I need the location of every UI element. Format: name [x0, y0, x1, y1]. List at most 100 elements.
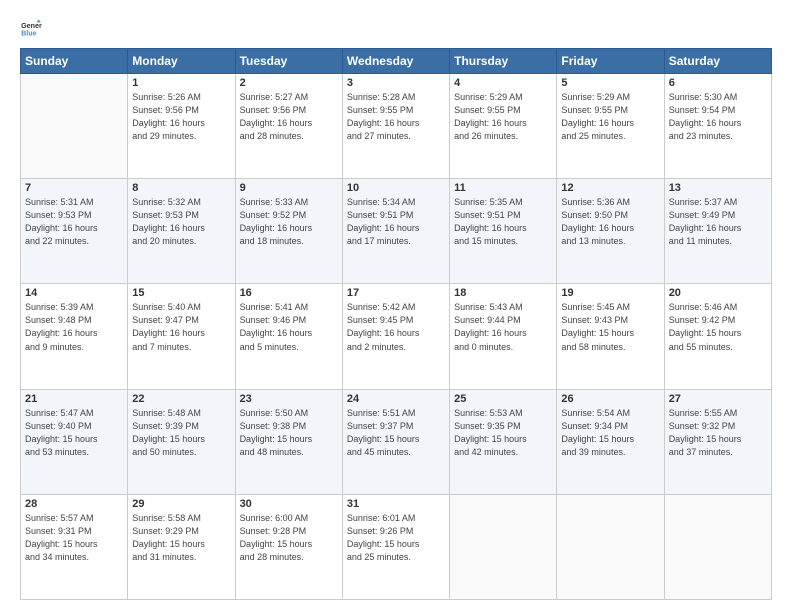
day-info: Sunrise: 5:30 AM Sunset: 9:54 PM Dayligh…	[669, 91, 767, 143]
calendar-day-cell: 6 Sunrise: 5:30 AM Sunset: 9:54 PM Daylig…	[664, 74, 771, 179]
day-info: Sunrise: 5:34 AM Sunset: 9:51 PM Dayligh…	[347, 196, 445, 248]
day-info: Sunrise: 5:42 AM Sunset: 9:45 PM Dayligh…	[347, 301, 445, 353]
calendar-week-row: 28 Sunrise: 5:57 AM Sunset: 9:31 PM Dayli…	[21, 494, 772, 599]
calendar-day-cell: 24 Sunrise: 5:51 AM Sunset: 9:37 PM Dayli…	[342, 389, 449, 494]
calendar-day-cell: 1Sunrise: 5:26 AM Sunset: 9:56 PM Daylig…	[128, 74, 235, 179]
day-number: 27	[669, 393, 767, 405]
day-number: 3	[347, 77, 445, 89]
calendar-day-cell: 7 Sunrise: 5:31 AM Sunset: 9:53 PM Daylig…	[21, 179, 128, 284]
day-number: 12	[561, 182, 659, 194]
day-number: 6	[669, 77, 767, 89]
day-number: 9	[240, 182, 338, 194]
day-number: 17	[347, 287, 445, 299]
day-number: 14	[25, 287, 123, 299]
calendar-header-row: SundayMondayTuesdayWednesdayThursdayFrid…	[21, 49, 772, 74]
calendar-day-cell: 16 Sunrise: 5:41 AM Sunset: 9:46 PM Dayli…	[235, 284, 342, 389]
calendar-page: General Blue SundayMondayTuesdayWednesda…	[0, 0, 792, 612]
calendar-day-cell: 2Sunrise: 5:27 AM Sunset: 9:56 PM Daylig…	[235, 74, 342, 179]
day-info: Sunrise: 5:29 AM Sunset: 9:55 PM Dayligh…	[454, 91, 552, 143]
calendar-day-cell: 26 Sunrise: 5:54 AM Sunset: 9:34 PM Dayli…	[557, 389, 664, 494]
calendar-table: SundayMondayTuesdayWednesdayThursdayFrid…	[20, 48, 772, 600]
day-number: 30	[240, 498, 338, 510]
day-number: 24	[347, 393, 445, 405]
day-info: Sunrise: 5:51 AM Sunset: 9:37 PM Dayligh…	[347, 407, 445, 459]
day-info: Sunrise: 5:37 AM Sunset: 9:49 PM Dayligh…	[669, 196, 767, 248]
day-info: Sunrise: 5:32 AM Sunset: 9:53 PM Dayligh…	[132, 196, 230, 248]
day-number: 4	[454, 77, 552, 89]
day-info: Sunrise: 5:36 AM Sunset: 9:50 PM Dayligh…	[561, 196, 659, 248]
calendar-day-cell: 27 Sunrise: 5:55 AM Sunset: 9:32 PM Dayli…	[664, 389, 771, 494]
day-number: 11	[454, 182, 552, 194]
calendar-week-row: 14 Sunrise: 5:39 AM Sunset: 9:48 PM Dayli…	[21, 284, 772, 389]
calendar-day-cell: 4 Sunrise: 5:29 AM Sunset: 9:55 PM Daylig…	[450, 74, 557, 179]
day-number: 15	[132, 287, 230, 299]
calendar-day-cell: 17 Sunrise: 5:42 AM Sunset: 9:45 PM Dayli…	[342, 284, 449, 389]
day-info: Sunrise: 5:40 AM Sunset: 9:47 PM Dayligh…	[132, 301, 230, 353]
day-number: 13	[669, 182, 767, 194]
calendar-day-cell: 9 Sunrise: 5:33 AM Sunset: 9:52 PM Daylig…	[235, 179, 342, 284]
day-info: Sunrise: 5:55 AM Sunset: 9:32 PM Dayligh…	[669, 407, 767, 459]
svg-text:General: General	[21, 22, 42, 30]
calendar-day-cell	[664, 494, 771, 599]
day-info: Sunrise: 5:58 AM Sunset: 9:29 PM Dayligh…	[132, 512, 230, 564]
calendar-day-cell: 28 Sunrise: 5:57 AM Sunset: 9:31 PM Dayli…	[21, 494, 128, 599]
day-info: Sunrise: 5:47 AM Sunset: 9:40 PM Dayligh…	[25, 407, 123, 459]
day-info: Sunrise: 5:31 AM Sunset: 9:53 PM Dayligh…	[25, 196, 123, 248]
calendar-day-cell: 15 Sunrise: 5:40 AM Sunset: 9:47 PM Dayli…	[128, 284, 235, 389]
day-number: 22	[132, 393, 230, 405]
day-info: Sunrise: 5:41 AM Sunset: 9:46 PM Dayligh…	[240, 301, 338, 353]
day-info: Sunrise: 5:28 AM Sunset: 9:55 PM Dayligh…	[347, 91, 445, 143]
day-info: Sunrise: 5:27 AM Sunset: 9:56 PM Dayligh…	[240, 91, 338, 143]
calendar-day-cell: 14 Sunrise: 5:39 AM Sunset: 9:48 PM Dayli…	[21, 284, 128, 389]
calendar-week-row: 1Sunrise: 5:26 AM Sunset: 9:56 PM Daylig…	[21, 74, 772, 179]
calendar-day-cell	[21, 74, 128, 179]
weekday-header: Thursday	[450, 49, 557, 74]
logo: General Blue	[20, 18, 46, 40]
day-number: 23	[240, 393, 338, 405]
calendar-day-cell: 3 Sunrise: 5:28 AM Sunset: 9:55 PM Daylig…	[342, 74, 449, 179]
header: General Blue	[20, 18, 772, 40]
weekday-header: Tuesday	[235, 49, 342, 74]
day-info: Sunrise: 5:53 AM Sunset: 9:35 PM Dayligh…	[454, 407, 552, 459]
day-number: 28	[25, 498, 123, 510]
calendar-day-cell: 5 Sunrise: 5:29 AM Sunset: 9:55 PM Daylig…	[557, 74, 664, 179]
day-info: Sunrise: 5:39 AM Sunset: 9:48 PM Dayligh…	[25, 301, 123, 353]
calendar-day-cell: 12 Sunrise: 5:36 AM Sunset: 9:50 PM Dayli…	[557, 179, 664, 284]
calendar-day-cell: 21Sunrise: 5:47 AM Sunset: 9:40 PM Dayli…	[21, 389, 128, 494]
weekday-header: Monday	[128, 49, 235, 74]
calendar-day-cell	[557, 494, 664, 599]
day-number: 18	[454, 287, 552, 299]
calendar-day-cell: 13 Sunrise: 5:37 AM Sunset: 9:49 PM Dayli…	[664, 179, 771, 284]
day-number: 19	[561, 287, 659, 299]
svg-text:Blue: Blue	[21, 30, 37, 38]
calendar-day-cell: 18Sunrise: 5:43 AM Sunset: 9:44 PM Dayli…	[450, 284, 557, 389]
day-info: Sunrise: 5:33 AM Sunset: 9:52 PM Dayligh…	[240, 196, 338, 248]
day-info: Sunrise: 5:29 AM Sunset: 9:55 PM Dayligh…	[561, 91, 659, 143]
weekday-header: Friday	[557, 49, 664, 74]
day-number: 20	[669, 287, 767, 299]
calendar-day-cell: 31Sunrise: 6:01 AM Sunset: 9:26 PM Dayli…	[342, 494, 449, 599]
calendar-day-cell	[450, 494, 557, 599]
weekday-header: Wednesday	[342, 49, 449, 74]
day-number: 16	[240, 287, 338, 299]
day-number: 29	[132, 498, 230, 510]
weekday-header: Sunday	[21, 49, 128, 74]
day-number: 5	[561, 77, 659, 89]
calendar-day-cell: 10 Sunrise: 5:34 AM Sunset: 9:51 PM Dayli…	[342, 179, 449, 284]
day-info: Sunrise: 5:54 AM Sunset: 9:34 PM Dayligh…	[561, 407, 659, 459]
day-number: 10	[347, 182, 445, 194]
day-number: 7	[25, 182, 123, 194]
calendar-day-cell: 22 Sunrise: 5:48 AM Sunset: 9:39 PM Dayli…	[128, 389, 235, 494]
day-info: Sunrise: 5:35 AM Sunset: 9:51 PM Dayligh…	[454, 196, 552, 248]
day-info: Sunrise: 5:48 AM Sunset: 9:39 PM Dayligh…	[132, 407, 230, 459]
day-number: 8	[132, 182, 230, 194]
calendar-day-cell: 23 Sunrise: 5:50 AM Sunset: 9:38 PM Dayli…	[235, 389, 342, 494]
day-number: 26	[561, 393, 659, 405]
day-number: 1	[132, 77, 230, 89]
day-info: Sunrise: 5:50 AM Sunset: 9:38 PM Dayligh…	[240, 407, 338, 459]
day-info: Sunrise: 5:57 AM Sunset: 9:31 PM Dayligh…	[25, 512, 123, 564]
day-info: Sunrise: 5:45 AM Sunset: 9:43 PM Dayligh…	[561, 301, 659, 353]
calendar-week-row: 21Sunrise: 5:47 AM Sunset: 9:40 PM Dayli…	[21, 389, 772, 494]
calendar-day-cell: 25Sunrise: 5:53 AM Sunset: 9:35 PM Dayli…	[450, 389, 557, 494]
calendar-week-row: 7 Sunrise: 5:31 AM Sunset: 9:53 PM Daylig…	[21, 179, 772, 284]
